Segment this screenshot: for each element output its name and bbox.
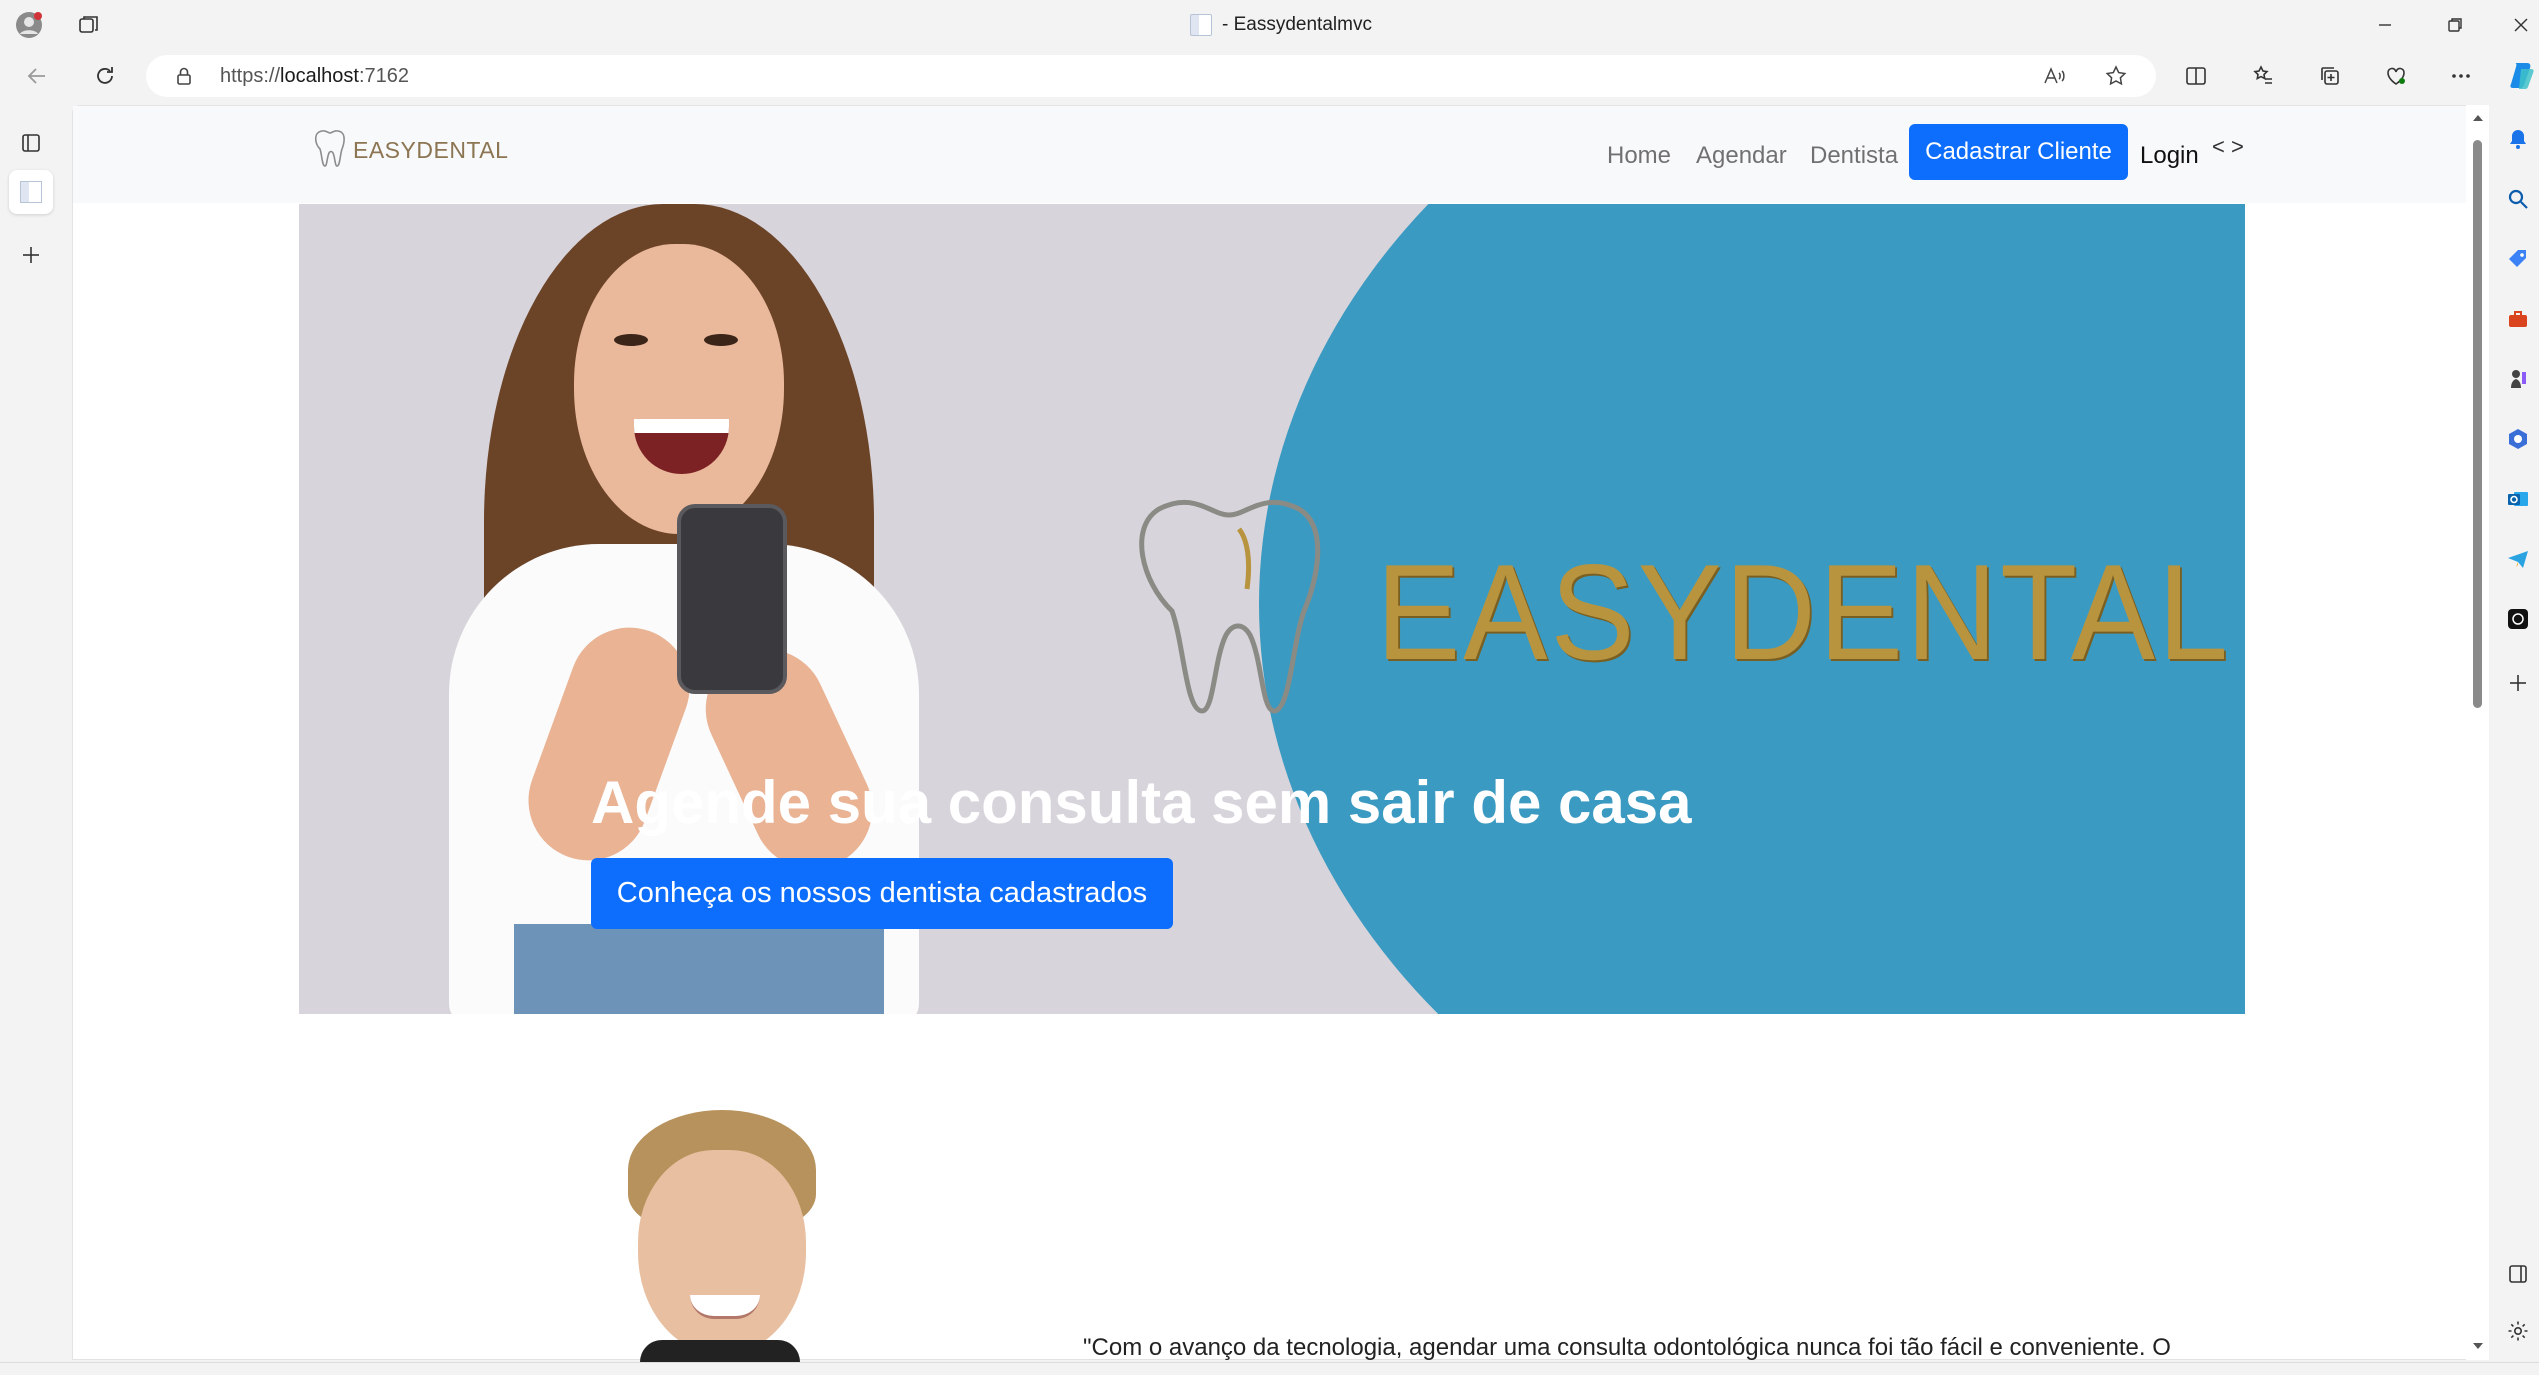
hide-sidebar-icon[interactable] — [2503, 1259, 2533, 1289]
restore-icon[interactable] — [2440, 10, 2470, 40]
scrollbar-thumb[interactable] — [2473, 140, 2482, 708]
smartphone-icon — [677, 504, 787, 694]
outlook-icon[interactable] — [2503, 484, 2533, 514]
favorite-star-icon[interactable] — [2102, 62, 2130, 90]
browser-title-bar: - Eassydentalmvc — [0, 0, 2539, 50]
close-icon[interactable] — [2506, 10, 2536, 40]
scroll-down-icon — [2473, 1343, 2483, 1349]
tooth-logo-icon — [313, 128, 347, 173]
testimonial-quote: "Com o avanço da tecnologia, agendar uma… — [1083, 1334, 2171, 1361]
scroll-up-icon — [2473, 115, 2483, 121]
favorites-icon[interactable] — [2248, 61, 2278, 91]
collections-icon[interactable] — [2315, 61, 2345, 91]
site-navbar: EASYDENTAL Home Agendar Dentista Cadastr… — [73, 106, 2466, 203]
brand-text: EASYDENTAL — [353, 137, 509, 163]
browser-essentials-icon[interactable] — [2381, 61, 2411, 91]
hero-logo-text: EASYDENTAL — [1376, 536, 2231, 688]
minimize-icon[interactable] — [2370, 10, 2400, 40]
back-icon[interactable] — [22, 61, 52, 91]
hero-banner: EASYDENTAL Agende sua consulta sem sair … — [299, 204, 2245, 1014]
refresh-icon[interactable] — [90, 61, 120, 91]
nav-login[interactable]: Login — [2140, 142, 2199, 170]
hero-title: Agende sua consulta sem sair de casa — [591, 769, 1692, 836]
settings-gear-icon[interactable] — [2503, 1316, 2533, 1346]
tab-title-text: - Eassydentalmvc — [1222, 14, 1372, 35]
shopping-tag-icon[interactable] — [2503, 244, 2533, 274]
vertical-tab-strip — [0, 102, 72, 1375]
tab-actions-icon[interactable] — [16, 128, 46, 158]
code-glyph: < > — [2212, 134, 2244, 159]
url-text: https://localhost:7162 — [220, 65, 410, 87]
hero-tooth-logo-icon — [1119, 489, 1339, 724]
send-telegram-icon[interactable] — [2503, 544, 2533, 574]
nav-dentista[interactable]: Dentista — [1810, 142, 1898, 170]
nav-agendar[interactable]: Agendar — [1696, 142, 1787, 170]
cadastrar-cliente-button[interactable]: Cadastrar Cliente — [1909, 124, 2128, 180]
page-favicon-icon — [1190, 14, 1212, 36]
more-options-icon[interactable] — [2446, 61, 2476, 91]
copilot-icon[interactable] — [2506, 58, 2539, 92]
new-tab-plus-icon[interactable] — [16, 240, 46, 270]
sidebar-search-icon[interactable] — [2503, 184, 2533, 214]
workspaces-icon[interactable] — [74, 10, 104, 40]
split-screen-icon[interactable] — [2181, 61, 2211, 91]
active-tab-favicon-icon[interactable] — [9, 170, 53, 214]
notifications-bell-icon[interactable] — [2503, 124, 2533, 154]
read-aloud-icon[interactable] — [2040, 62, 2068, 90]
nav-home[interactable]: Home — [1607, 142, 1671, 170]
brand-logo[interactable]: EASYDENTAL — [313, 128, 508, 173]
lock-icon[interactable] — [172, 64, 196, 88]
dentists-cta-button[interactable]: Conheça os nossos dentista cadastrados — [591, 858, 1173, 929]
profile-avatar-icon[interactable] — [14, 10, 44, 40]
tools-briefcase-icon[interactable] — [2503, 304, 2533, 334]
chatgpt-icon[interactable] — [2503, 604, 2533, 634]
games-chess-icon[interactable] — [2503, 364, 2533, 394]
tab-title[interactable]: - Eassydentalmvc — [1190, 12, 1372, 38]
address-bar[interactable] — [146, 55, 2156, 97]
edge-sidebar — [2489, 102, 2539, 1375]
microsoft-365-icon[interactable] — [2503, 424, 2533, 454]
window-bottom-edge — [0, 1362, 2539, 1375]
sidebar-add-icon[interactable] — [2503, 668, 2533, 698]
